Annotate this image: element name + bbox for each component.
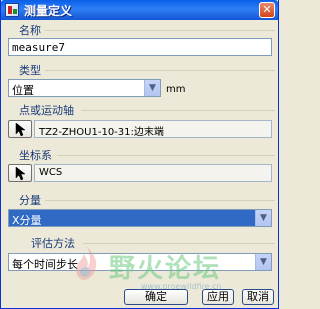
component-group-divider	[45, 200, 275, 201]
type-group-divider	[45, 70, 275, 71]
coord-group-divider	[57, 155, 275, 156]
window-title: 测量定义	[24, 4, 73, 18]
coord-label: 坐标系	[19, 149, 52, 162]
type-select-value: 位置	[12, 84, 34, 97]
title-bar[interactable]: 测量定义 ✕	[1, 0, 278, 20]
name-label: 名称	[19, 24, 41, 37]
app-icon	[5, 3, 19, 17]
point-label: 点或运动轴	[19, 104, 74, 117]
coordinate-system-field: WCS	[34, 164, 272, 182]
flame-logo-icon	[76, 246, 97, 280]
name-input[interactable]: measure7	[8, 38, 272, 56]
arrow-cursor-icon	[15, 166, 26, 181]
ok-button[interactable]: 确定	[124, 289, 188, 305]
forum-watermark: 野火论坛 www.proewildfire.cn	[69, 242, 269, 291]
select-coordinate-system-button[interactable]	[8, 164, 32, 182]
unit-label: mm	[166, 84, 186, 95]
type-select[interactable]: 位置 ▼	[8, 79, 161, 97]
component-select[interactable]: X分量 ▼	[8, 209, 272, 227]
close-button[interactable]: ✕	[259, 2, 275, 18]
arrow-cursor-icon	[15, 122, 26, 137]
point-group-divider	[81, 110, 275, 111]
component-select-value: X分量	[12, 214, 42, 227]
name-group-divider	[45, 30, 275, 31]
type-label: 类型	[19, 64, 41, 77]
point-field: TZ2-ZHOU1-10-31:边末端	[34, 120, 272, 138]
measure-definition-dialog: 测量定义 ✕ 名称 measure7 类型 位置 ▼ mm 点或运动轴 TZ2-…	[0, 0, 279, 309]
cancel-button[interactable]: 取消	[242, 289, 274, 305]
chevron-down-icon[interactable]: ▼	[255, 210, 271, 226]
apply-button[interactable]: 应用	[202, 289, 234, 305]
component-label: 分量	[19, 194, 41, 207]
watermark-text: 野火论坛	[109, 254, 222, 284]
chevron-down-icon[interactable]: ▼	[144, 80, 160, 96]
select-point-button[interactable]	[8, 120, 32, 138]
